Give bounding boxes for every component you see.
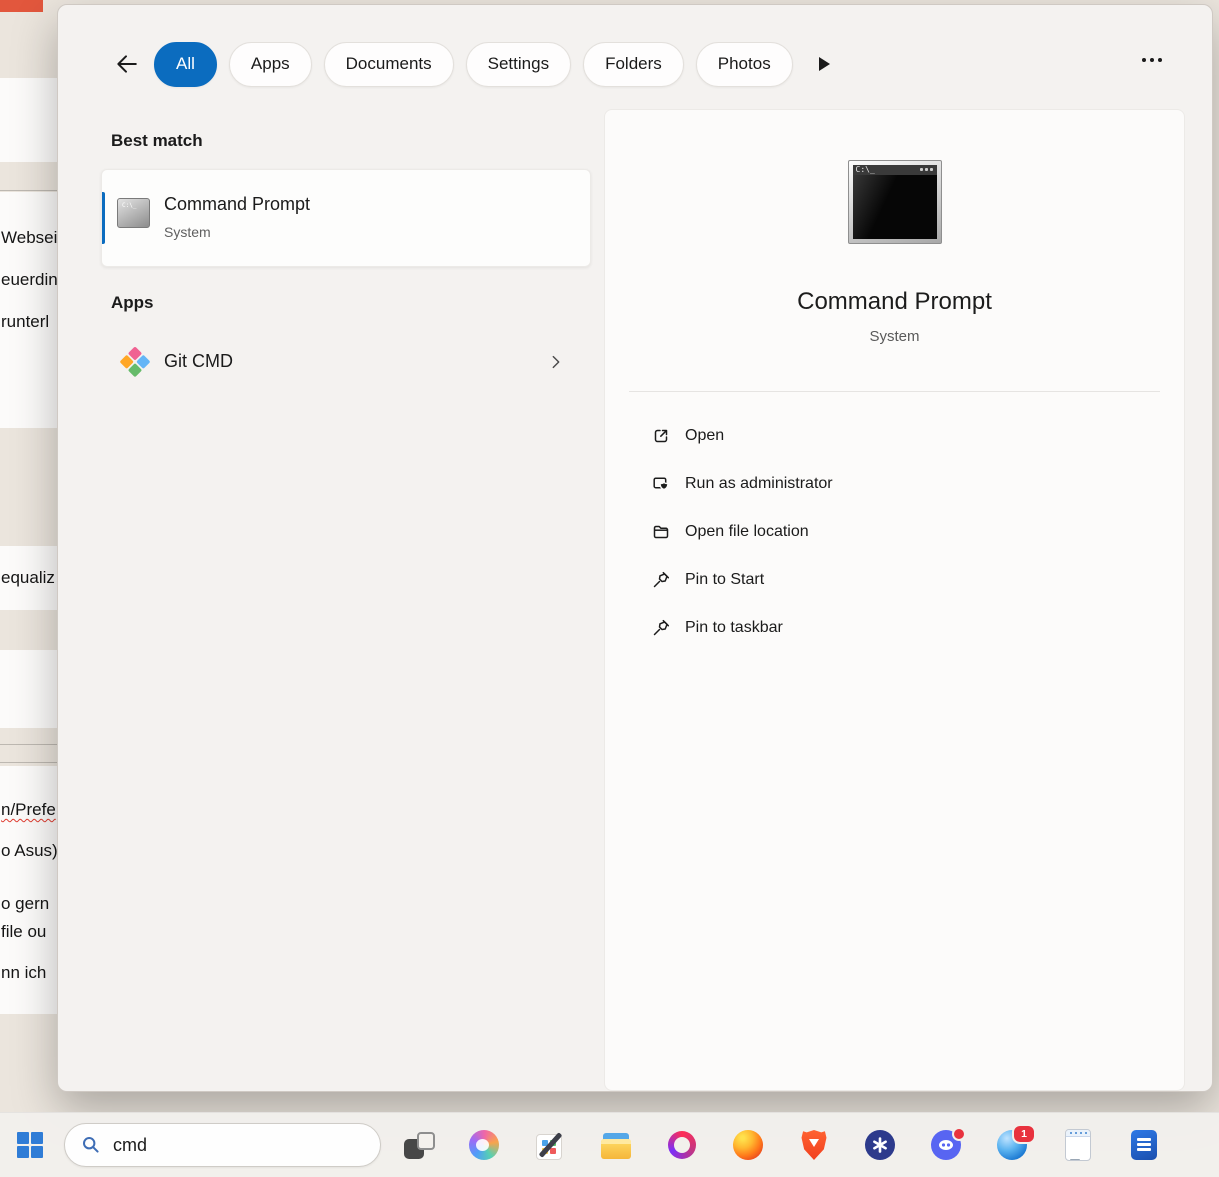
opera-icon — [668, 1131, 696, 1159]
cmd-terminal-icon-large: C:\_ — [848, 160, 942, 244]
open-external-icon — [651, 426, 671, 446]
admin-shield-icon — [651, 474, 671, 494]
tab-settings[interactable]: Settings — [466, 42, 571, 87]
action-label: Pin to Start — [685, 571, 764, 589]
folder-icon — [651, 522, 671, 542]
action-label: Open — [685, 427, 724, 445]
task-view-icon — [402, 1129, 434, 1161]
taskbar-search-box[interactable] — [64, 1123, 381, 1167]
notification-dot — [952, 1127, 966, 1141]
background-text-fragment: file ou — [1, 922, 46, 942]
ellipsis-icon — [1142, 58, 1146, 62]
tab-folders[interactable]: Folders — [583, 42, 684, 87]
action-label: Run as administrator — [685, 475, 833, 493]
background-text-fragment: o Asus) — [1, 841, 58, 861]
more-filters-icon[interactable] — [819, 57, 830, 71]
magnifier-icon — [81, 1135, 101, 1155]
result-subtitle: System — [164, 224, 211, 240]
action-label: Open file location — [685, 523, 809, 541]
action-open[interactable]: Open — [605, 412, 1184, 460]
selection-accent-bar — [102, 192, 105, 244]
photos-pen-button[interactable] — [530, 1125, 570, 1165]
action-run-as-administrator[interactable]: Run as administrator — [605, 460, 1184, 508]
taskbar-app-icons: 1 — [398, 1125, 1164, 1165]
tab-all[interactable]: All — [154, 42, 217, 87]
best-match-result[interactable]: C:\_ Command Prompt System — [101, 169, 591, 267]
result-title: Git CMD — [164, 351, 233, 372]
search-filter-tabs: All Apps Documents Settings Folders Phot… — [110, 41, 830, 87]
background-text-fragment: nn ich — [1, 963, 46, 983]
photos-pen-icon — [534, 1129, 566, 1161]
background-text-fragment: equaliz — [1, 568, 55, 588]
background-app-titlebar-fragment — [0, 0, 43, 12]
notepad-icon — [1065, 1129, 1091, 1161]
copilot-button[interactable] — [464, 1125, 504, 1165]
task-view-button[interactable] — [398, 1125, 438, 1165]
background-text-fragment: o gern — [1, 894, 49, 914]
action-pin-to-taskbar[interactable]: Pin to taskbar — [605, 604, 1184, 652]
search-input[interactable] — [111, 1134, 335, 1157]
mail-button[interactable]: 1 — [992, 1125, 1032, 1165]
background-text-fragment: n/Prefe — [1, 800, 56, 820]
windows-logo-icon — [17, 1132, 43, 1158]
cmd-terminal-icon: C:\_ — [117, 198, 150, 228]
git-cmd-icon — [118, 346, 151, 379]
notification-badge: 1 — [1012, 1124, 1036, 1144]
preview-title: Command Prompt — [605, 288, 1184, 316]
firefox-icon — [733, 1130, 763, 1160]
opera-button[interactable] — [662, 1125, 702, 1165]
background-divider — [0, 190, 57, 191]
preview-actions: Open Run as administrator — [605, 412, 1184, 652]
chevron-right-icon[interactable] — [547, 353, 565, 376]
notepad-button[interactable] — [1058, 1125, 1098, 1165]
action-open-file-location[interactable]: Open file location — [605, 508, 1184, 556]
background-text-fragment: runterl — [1, 312, 49, 332]
arrow-left-icon — [114, 52, 138, 76]
background-divider — [0, 762, 57, 763]
tab-documents[interactable]: Documents — [324, 42, 454, 87]
start-button[interactable] — [8, 1123, 52, 1167]
file-explorer-button[interactable] — [596, 1125, 636, 1165]
pin-icon — [651, 570, 671, 590]
action-label: Pin to taskbar — [685, 619, 783, 637]
preview-subtitle: System — [605, 328, 1184, 345]
result-title: Command Prompt — [164, 194, 310, 215]
brave-icon — [801, 1130, 827, 1160]
section-heading-apps: Apps — [111, 293, 154, 313]
preview-divider — [629, 391, 1160, 392]
asterisk-app-button[interactable] — [860, 1125, 900, 1165]
pin-icon — [651, 618, 671, 638]
taskbar: 1 — [0, 1112, 1219, 1177]
document-app-button[interactable] — [1124, 1125, 1164, 1165]
search-flyout-panel: All Apps Documents Settings Folders Phot… — [57, 4, 1213, 1092]
background-block — [0, 78, 57, 162]
file-explorer-icon — [601, 1132, 631, 1159]
tab-photos[interactable]: Photos — [696, 42, 793, 87]
copilot-icon — [469, 1130, 499, 1160]
brave-button[interactable] — [794, 1125, 834, 1165]
action-pin-to-start[interactable]: Pin to Start — [605, 556, 1184, 604]
back-button[interactable] — [110, 48, 142, 80]
app-result-git-cmd[interactable]: Git CMD — [101, 335, 589, 391]
document-app-icon — [1131, 1130, 1157, 1160]
background-text-fragment: Webseit — [1, 228, 62, 248]
asterisk-app-icon — [865, 1130, 895, 1160]
section-heading-best-match: Best match — [111, 131, 203, 151]
background-divider — [0, 744, 57, 745]
menu-button[interactable] — [1136, 57, 1168, 63]
tab-apps[interactable]: Apps — [229, 42, 312, 87]
result-preview-pane: C:\_ Command Prompt System Open — [604, 109, 1185, 1091]
discord-button[interactable] — [926, 1125, 966, 1165]
firefox-button[interactable] — [728, 1125, 768, 1165]
background-block — [0, 650, 57, 728]
background-text-fragment: euerdin — [1, 270, 58, 290]
